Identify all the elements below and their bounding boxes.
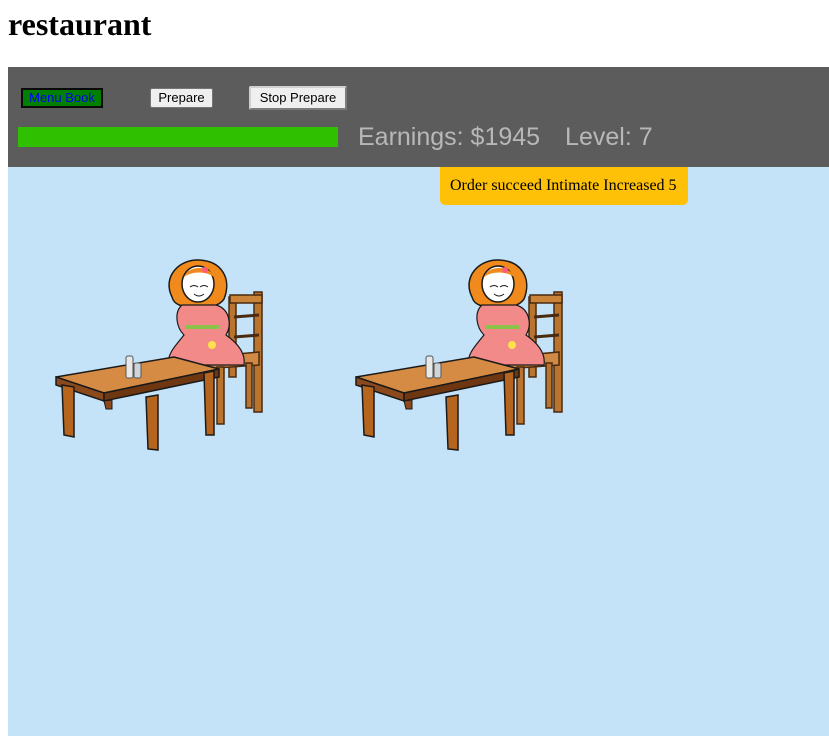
earnings-label: Earnings: $1945 [358,123,541,151]
table-2[interactable] [354,257,584,457]
order-notification: Order succeed Intimate Increased 5 [440,167,688,205]
stats-display: Earnings: $1945 Level: 7 [358,123,653,152]
preparation-progress-bar [18,127,338,147]
menu-book-button[interactable]: Menu Book [21,88,103,108]
level-label: Level: 7 [565,123,653,151]
progress-fill [18,127,338,147]
table-1[interactable] [54,257,284,457]
prepare-button[interactable]: Prepare [150,88,213,108]
game-toolbar: Menu Book Prepare Stop Prepare Earnings:… [8,67,829,167]
dining-room: Order succeed Intimate Increased 5 [8,167,829,736]
table-chair-customer-illustration [355,259,563,451]
stop-prepare-button[interactable]: Stop Prepare [249,86,347,110]
table-chair-customer-illustration [55,259,263,451]
page-title: restaurant [8,6,152,42]
salt-pepper-icon [425,355,442,379]
salt-pepper-icon [125,355,142,379]
